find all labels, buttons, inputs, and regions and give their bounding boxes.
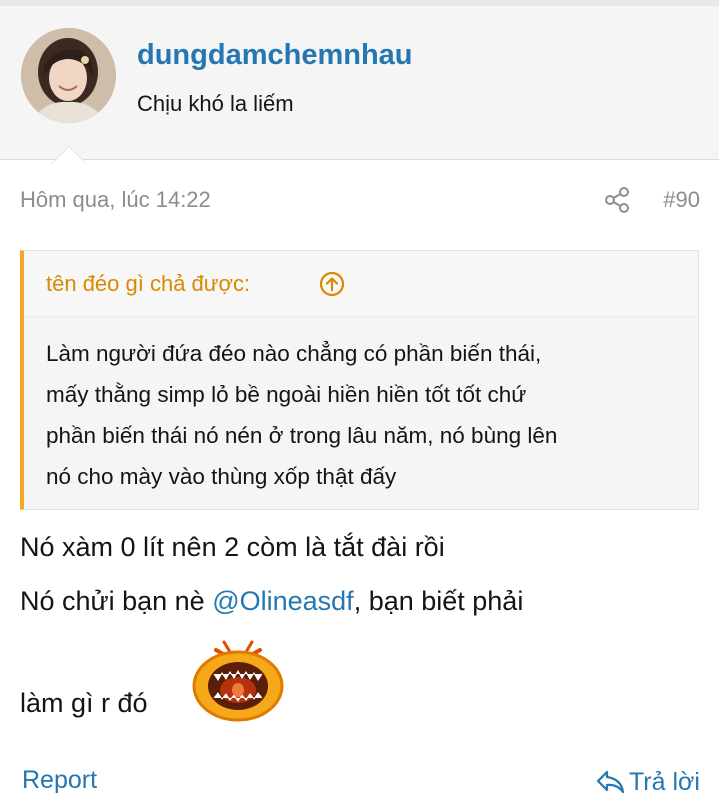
reply-label: Trả lời — [628, 767, 700, 796]
quote-line: phần biến thái nó nén ở trong lâu năm, n… — [46, 423, 558, 448]
shouting-emoji — [190, 638, 286, 722]
message-line: làm gì r đó — [20, 688, 148, 718]
message-text: , bạn biết phải — [353, 586, 524, 616]
user-mention-link[interactable]: @Olineasdf — [212, 586, 353, 616]
avatar[interactable] — [21, 28, 116, 123]
share-icon[interactable] — [602, 185, 632, 215]
reply-button[interactable]: Trả lời — [595, 764, 700, 800]
post-timestamp[interactable]: Hôm qua, lúc 14:22 — [20, 187, 211, 213]
circle-arrow-up-icon[interactable] — [319, 271, 345, 297]
user-header: dungdamchemnhau Chịu khó la liếm — [0, 6, 719, 164]
username-link[interactable]: dungdamchemnhau — [137, 39, 413, 72]
post-number[interactable]: #90 — [663, 187, 700, 213]
report-link[interactable]: Report — [22, 766, 97, 795]
notch — [52, 147, 86, 164]
quote-author[interactable]: tên đéo gì chả được: — [46, 271, 250, 297]
post-meta: Hôm qua, lúc 14:22 #90 — [20, 183, 700, 219]
message-line: Nó xàm 0 lít nên 2 còm là tắt đài rồi — [20, 532, 445, 562]
quote-block: tên đéo gì chả được: Làm người đứa đéo n… — [20, 250, 699, 510]
reply-arrow-icon — [595, 768, 625, 796]
message-line: Nó chửi bạn nè @Olineasdf, bạn biết phải — [20, 586, 523, 617]
post-footer: Report Trả lời — [20, 762, 700, 802]
quote-body: Làm người đứa đéo nào chẳng có phần biến… — [46, 333, 686, 497]
quote-header[interactable]: tên đéo gì chả được: — [24, 251, 698, 317]
quote-line: Làm người đứa đéo nào chẳng có phần biến… — [46, 341, 542, 366]
quote-line: nó cho mày vào thùng xốp thật đấy — [46, 464, 397, 489]
message-text: Nó chửi bạn nè — [20, 586, 213, 616]
user-title: Chịu khó la liếm — [137, 91, 294, 116]
quote-line: mấy thằng simp lỏ bề ngoài hiền hiền tốt… — [46, 382, 527, 407]
